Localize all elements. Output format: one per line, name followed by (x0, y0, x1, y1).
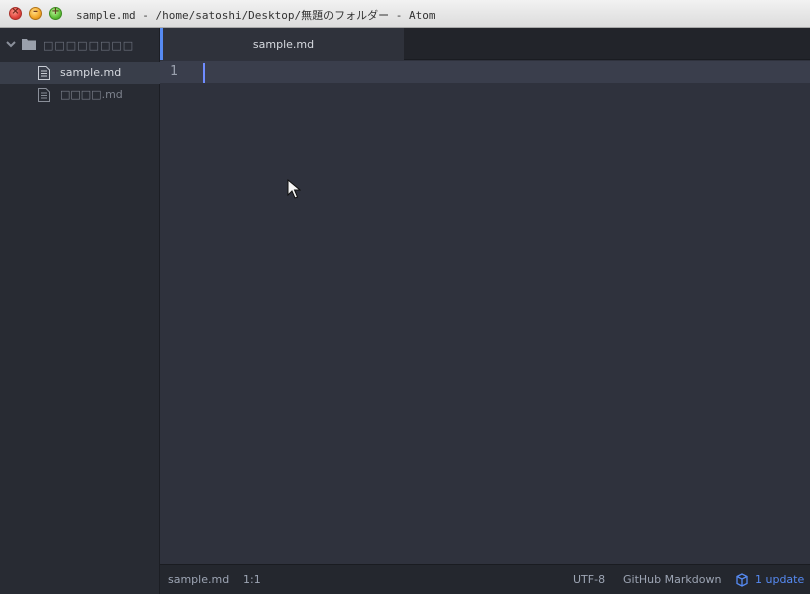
mouse-pointer-icon (287, 179, 301, 199)
status-update-label: 1 update (755, 573, 805, 586)
tree-view: □□□□□□□□ sample.md □□□□.md (0, 28, 160, 594)
tree-file-name: □□□□.md (60, 88, 123, 101)
cursor-line[interactable]: 1 (160, 61, 810, 83)
tree-root-folder[interactable]: □□□□□□□□ (0, 34, 160, 56)
folder-icon (22, 39, 36, 50)
status-encoding[interactable]: UTF-8 (573, 573, 605, 586)
close-icon: × (11, 6, 20, 17)
file-text-icon (38, 88, 50, 102)
window-titlebar: × – + sample.md - /home/satoshi/Desktop/… (0, 0, 810, 28)
window-minimize-button[interactable]: – (29, 6, 42, 20)
package-icon (736, 573, 748, 587)
minimize-icon: – (33, 6, 38, 17)
file-text-icon (38, 66, 50, 80)
status-cursor-position[interactable]: 1:1 (243, 573, 261, 586)
status-bar: sample.md 1:1 UTF-8 GitHub Markdown 1 up… (160, 564, 810, 594)
chevron-down-icon (6, 41, 16, 48)
tab-bar: sample.md (160, 28, 810, 60)
status-grammar[interactable]: GitHub Markdown (623, 573, 721, 586)
tree-file-name: sample.md (60, 66, 122, 79)
tree-file-item[interactable]: □□□□.md (0, 84, 160, 106)
tab-sample-md[interactable]: sample.md (160, 28, 404, 60)
maximize-icon: + (51, 6, 60, 17)
line-number: 1 (170, 64, 178, 79)
status-file-path[interactable]: sample.md (168, 573, 229, 586)
text-editor[interactable]: 1 (160, 60, 810, 564)
tree-file-item[interactable]: sample.md (0, 62, 160, 84)
text-caret (203, 63, 205, 83)
tree-root-folder-name: □□□□□□□□ (43, 39, 135, 52)
window-maximize-button[interactable]: + (49, 6, 62, 20)
tab-label: sample.md (252, 38, 315, 51)
window-title: sample.md - /home/satoshi/Desktop/無題のフォル… (76, 9, 436, 22)
window-close-button[interactable]: × (9, 6, 22, 20)
